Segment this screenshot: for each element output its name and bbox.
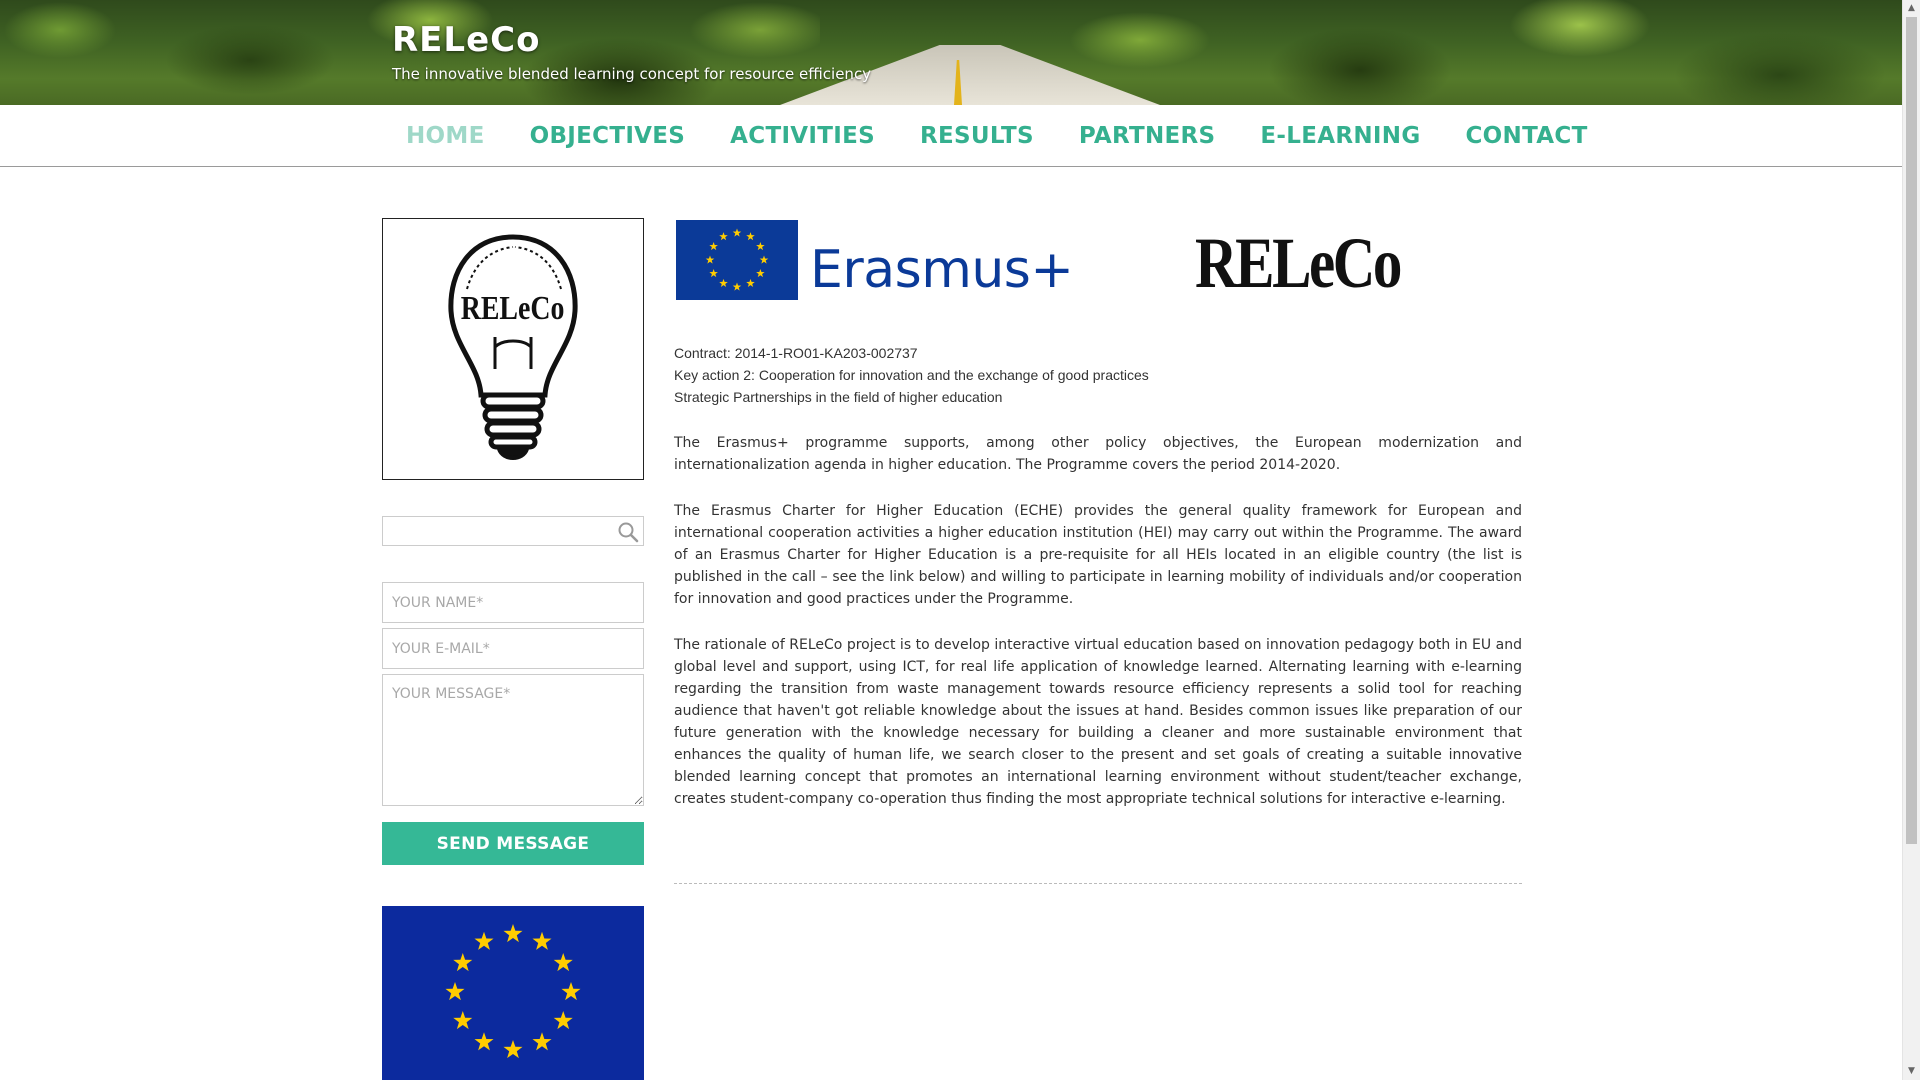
email-field[interactable] xyxy=(382,628,644,669)
nav-item-objectives[interactable]: OBJECTIVES xyxy=(530,123,686,149)
releco-text-logo: RELeCo xyxy=(1195,223,1402,303)
eu-star xyxy=(532,931,552,950)
eu-star xyxy=(709,242,718,251)
nav-item-results[interactable]: RESULTS xyxy=(920,123,1034,149)
eu-star xyxy=(503,924,523,943)
main-nav: HOME OBJECTIVES ACTIVITIES RESULTS PARTN… xyxy=(0,105,1902,167)
eu-star xyxy=(746,232,755,241)
eu-star xyxy=(756,269,765,278)
content-divider xyxy=(674,883,1522,884)
erasmus-eu-flag xyxy=(676,220,798,300)
releco-bulb-logo: RELeCo xyxy=(382,218,644,480)
eu-star xyxy=(732,282,742,291)
eu-star xyxy=(719,278,728,288)
eu-star xyxy=(719,232,728,241)
nav-item-home[interactable]: HOME xyxy=(406,123,485,149)
eu-stars-icon xyxy=(445,924,581,1059)
project-meta: Contract: 2014-1-RO01-KA203-002737 Key a… xyxy=(674,342,1522,408)
site-tagline: The innovative blended learning concept … xyxy=(392,65,872,83)
eu-stars-icon xyxy=(705,228,769,291)
eu-star xyxy=(732,228,742,237)
key-action-line: Key action 2: Cooperation for innovation… xyxy=(674,367,1149,383)
scroll-up-arrow-icon[interactable]: ▲ xyxy=(1903,0,1920,17)
eu-star xyxy=(474,931,494,950)
contract-line: Contract: 2014-1-RO01-KA203-002737 xyxy=(674,345,918,361)
nav-item-contact[interactable]: CONTACT xyxy=(1466,123,1588,149)
scroll-down-arrow-icon[interactable]: ▼ xyxy=(1903,1063,1920,1080)
message-field[interactable] xyxy=(382,674,644,806)
banner-foliage-right xyxy=(1060,0,1902,105)
eu-star xyxy=(746,278,755,288)
eu-star xyxy=(561,982,581,1001)
paragraph-eche: The Erasmus Charter for Higher Education… xyxy=(674,503,1522,607)
eu-star xyxy=(532,1032,552,1051)
eu-star xyxy=(553,953,573,972)
send-message-button[interactable]: SEND MESSAGE xyxy=(382,822,644,865)
bulb-logo-text: RELeCo xyxy=(461,288,565,326)
header-banner: RELeCo The innovative blended learning c… xyxy=(0,0,1902,105)
scroll-thumb[interactable] xyxy=(1906,17,1917,844)
light-bulb-icon: RELeCo xyxy=(448,234,578,460)
eu-star xyxy=(474,1032,494,1051)
eu-star xyxy=(453,1011,473,1030)
eu-star xyxy=(553,1011,573,1030)
eu-star xyxy=(453,953,473,972)
paragraph-erasmus-programme: The Erasmus+ programme supports, among o… xyxy=(674,435,1522,473)
eu-star xyxy=(445,982,465,1001)
erasmus-plus-logo: Erasmus+ xyxy=(676,218,1074,306)
site-title[interactable]: RELeCo xyxy=(392,20,540,60)
search-input[interactable] xyxy=(383,517,603,545)
search-icon[interactable] xyxy=(617,521,639,543)
eu-star xyxy=(709,269,718,278)
erasmus-logo-text: Erasmus+ xyxy=(810,240,1074,300)
nav-item-activities[interactable]: ACTIVITIES xyxy=(730,123,875,149)
page-scrollbar[interactable]: ▲ ▼ xyxy=(1902,0,1920,1080)
name-field[interactable] xyxy=(382,582,644,623)
strategic-line: Strategic Partnerships in the field of h… xyxy=(674,389,1003,405)
nav-item-e-learning[interactable]: E-LEARNING xyxy=(1260,123,1420,149)
eu-star xyxy=(756,242,765,251)
paragraph-rationale: The rationale of RELeCo project is to de… xyxy=(674,637,1522,807)
nav-item-partners[interactable]: PARTNERS xyxy=(1079,123,1216,149)
eu-flag-image xyxy=(382,906,644,1080)
search-box xyxy=(382,516,644,546)
eu-star xyxy=(759,255,769,264)
eu-star xyxy=(503,1040,523,1059)
main-content: Contract: 2014-1-RO01-KA203-002737 Key a… xyxy=(674,342,1522,834)
eu-star xyxy=(705,255,715,264)
